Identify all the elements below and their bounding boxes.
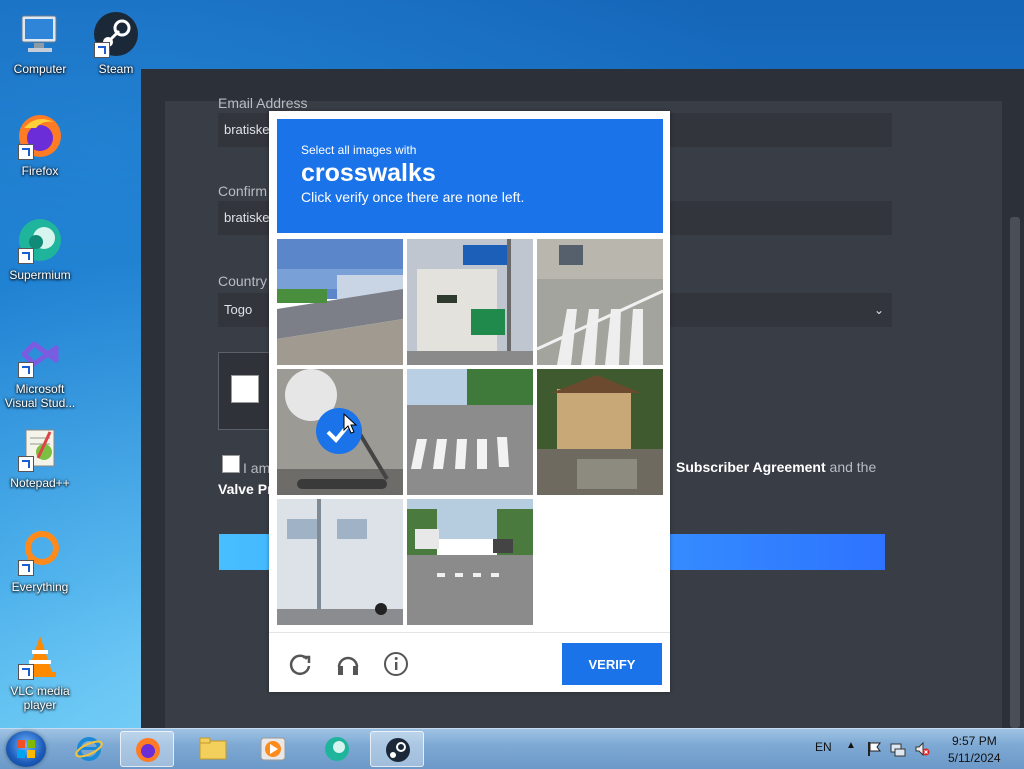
mouse-cursor-icon xyxy=(343,413,358,434)
shortcut-arrow-icon xyxy=(18,144,34,160)
taskbar-steam[interactable] xyxy=(370,731,424,767)
country-label: Country xyxy=(218,273,268,289)
scrollbar[interactable] xyxy=(1006,69,1024,728)
agree-checkbox[interactable] xyxy=(222,455,240,473)
action-center-flag-icon[interactable] xyxy=(866,741,882,757)
icon-label: Supermium xyxy=(9,268,71,282)
clock-date[interactable]: 5/11/2024 xyxy=(948,751,1001,765)
shortcut-arrow-icon xyxy=(18,248,34,264)
taskbar-file-explorer[interactable] xyxy=(186,731,240,767)
computer-icon xyxy=(16,10,64,58)
captcha-subtext: Click verify once there are none left. xyxy=(301,189,525,205)
shortcut-arrow-icon xyxy=(18,664,34,680)
captcha-challenge: Select all images with crosswalks Click … xyxy=(269,111,670,692)
supermium-icon xyxy=(325,737,349,761)
network-icon[interactable] xyxy=(890,741,906,757)
everything-icon xyxy=(16,528,64,576)
icon-label: VLC media player xyxy=(10,684,70,712)
internet-explorer-icon xyxy=(75,737,103,761)
desktop-icon-steam[interactable]: Steam xyxy=(76,10,156,76)
captcha-tile-7[interactable] xyxy=(277,499,403,625)
icon-label: Firefox xyxy=(21,164,59,178)
icon-label: Microsoft Visual Stud... xyxy=(4,382,76,410)
visual-studio-icon xyxy=(16,330,64,378)
desktop-icon-visual-studio[interactable]: Microsoft Visual Stud... xyxy=(0,330,80,410)
desktop-icon-everything[interactable]: Everything xyxy=(0,528,80,594)
agree-terms-text: Subscriber Agreement and the xyxy=(676,459,876,475)
captcha-footer: VERIFY xyxy=(269,632,670,693)
clock-time[interactable]: 9:57 PM xyxy=(952,734,997,748)
shortcut-arrow-icon xyxy=(94,42,110,58)
taskbar-firefox[interactable] xyxy=(120,731,174,767)
captcha-header: Select all images with crosswalks Click … xyxy=(277,119,663,233)
shortcut-arrow-icon xyxy=(18,456,34,472)
taskbar-internet-explorer[interactable] xyxy=(62,731,116,767)
email-label: Email Address xyxy=(218,95,308,111)
media-player-icon xyxy=(260,737,286,761)
icon-label: Steam xyxy=(98,62,134,76)
show-hidden-icons-chevron-icon[interactable]: ▲ xyxy=(846,740,856,751)
chevron-down-icon: ⌄ xyxy=(873,303,884,317)
subscriber-agreement-link[interactable]: Subscriber Agreement xyxy=(676,459,826,475)
headphones-icon[interactable] xyxy=(335,651,361,677)
steam-icon xyxy=(92,10,140,58)
captcha-tile-8[interactable] xyxy=(407,499,533,625)
icon-label: Computer xyxy=(13,62,67,76)
captcha-tile-2[interactable] xyxy=(407,239,533,365)
icon-label: Notepad++ xyxy=(10,476,70,490)
desktop-icon-vlc[interactable]: VLC media player xyxy=(0,632,80,712)
notepadpp-icon xyxy=(16,424,64,472)
volume-muted-icon[interactable] xyxy=(914,741,930,757)
reload-icon[interactable] xyxy=(287,651,313,677)
verify-button[interactable]: VERIFY xyxy=(562,643,662,685)
taskbar-media-player[interactable] xyxy=(246,731,300,767)
info-icon[interactable] xyxy=(383,651,409,677)
country-value: Togo xyxy=(224,302,253,317)
captcha-tile-1[interactable] xyxy=(277,239,403,365)
shortcut-arrow-icon xyxy=(18,560,34,576)
vlc-icon xyxy=(16,632,64,680)
supermium-icon xyxy=(16,216,64,264)
captcha-tile-3[interactable] xyxy=(537,239,663,365)
taskbar: EN ▲ 9:57 PM 5/11/2024 xyxy=(0,728,1024,769)
captcha-tile-4[interactable] xyxy=(277,369,403,495)
captcha-tile-5[interactable] xyxy=(407,369,533,495)
firefox-icon xyxy=(16,112,64,160)
agree-prefix: I am xyxy=(243,460,271,476)
start-button[interactable] xyxy=(6,731,46,767)
desktop: Computer Steam Firefox Supermium Microso… xyxy=(0,0,1024,728)
scrollbar-thumb[interactable] xyxy=(1010,217,1020,728)
desktop-icon-supermium[interactable]: Supermium xyxy=(0,216,80,282)
recaptcha-checkbox[interactable] xyxy=(231,375,259,403)
desktop-icon-notepadpp[interactable]: Notepad++ xyxy=(0,424,80,490)
firefox-icon xyxy=(136,738,160,762)
captcha-instruction: Select all images with xyxy=(301,143,417,157)
agree-suffix: and the xyxy=(829,459,877,475)
captcha-target: crosswalks xyxy=(301,159,436,187)
captcha-tile-6[interactable] xyxy=(537,369,663,495)
steam-icon xyxy=(386,738,410,762)
windows-logo-icon xyxy=(17,740,35,758)
taskbar-supermium[interactable] xyxy=(310,731,364,767)
shortcut-arrow-icon xyxy=(18,362,34,378)
confirm-label: Confirm xyxy=(218,183,268,199)
desktop-icon-computer[interactable]: Computer xyxy=(0,10,80,76)
valve-privacy-link[interactable]: Valve Pr xyxy=(218,481,273,497)
desktop-icon-firefox[interactable]: Firefox xyxy=(0,112,80,178)
language-indicator[interactable]: EN xyxy=(815,740,832,754)
icon-label: Everything xyxy=(11,580,69,594)
folder-icon xyxy=(199,737,227,760)
